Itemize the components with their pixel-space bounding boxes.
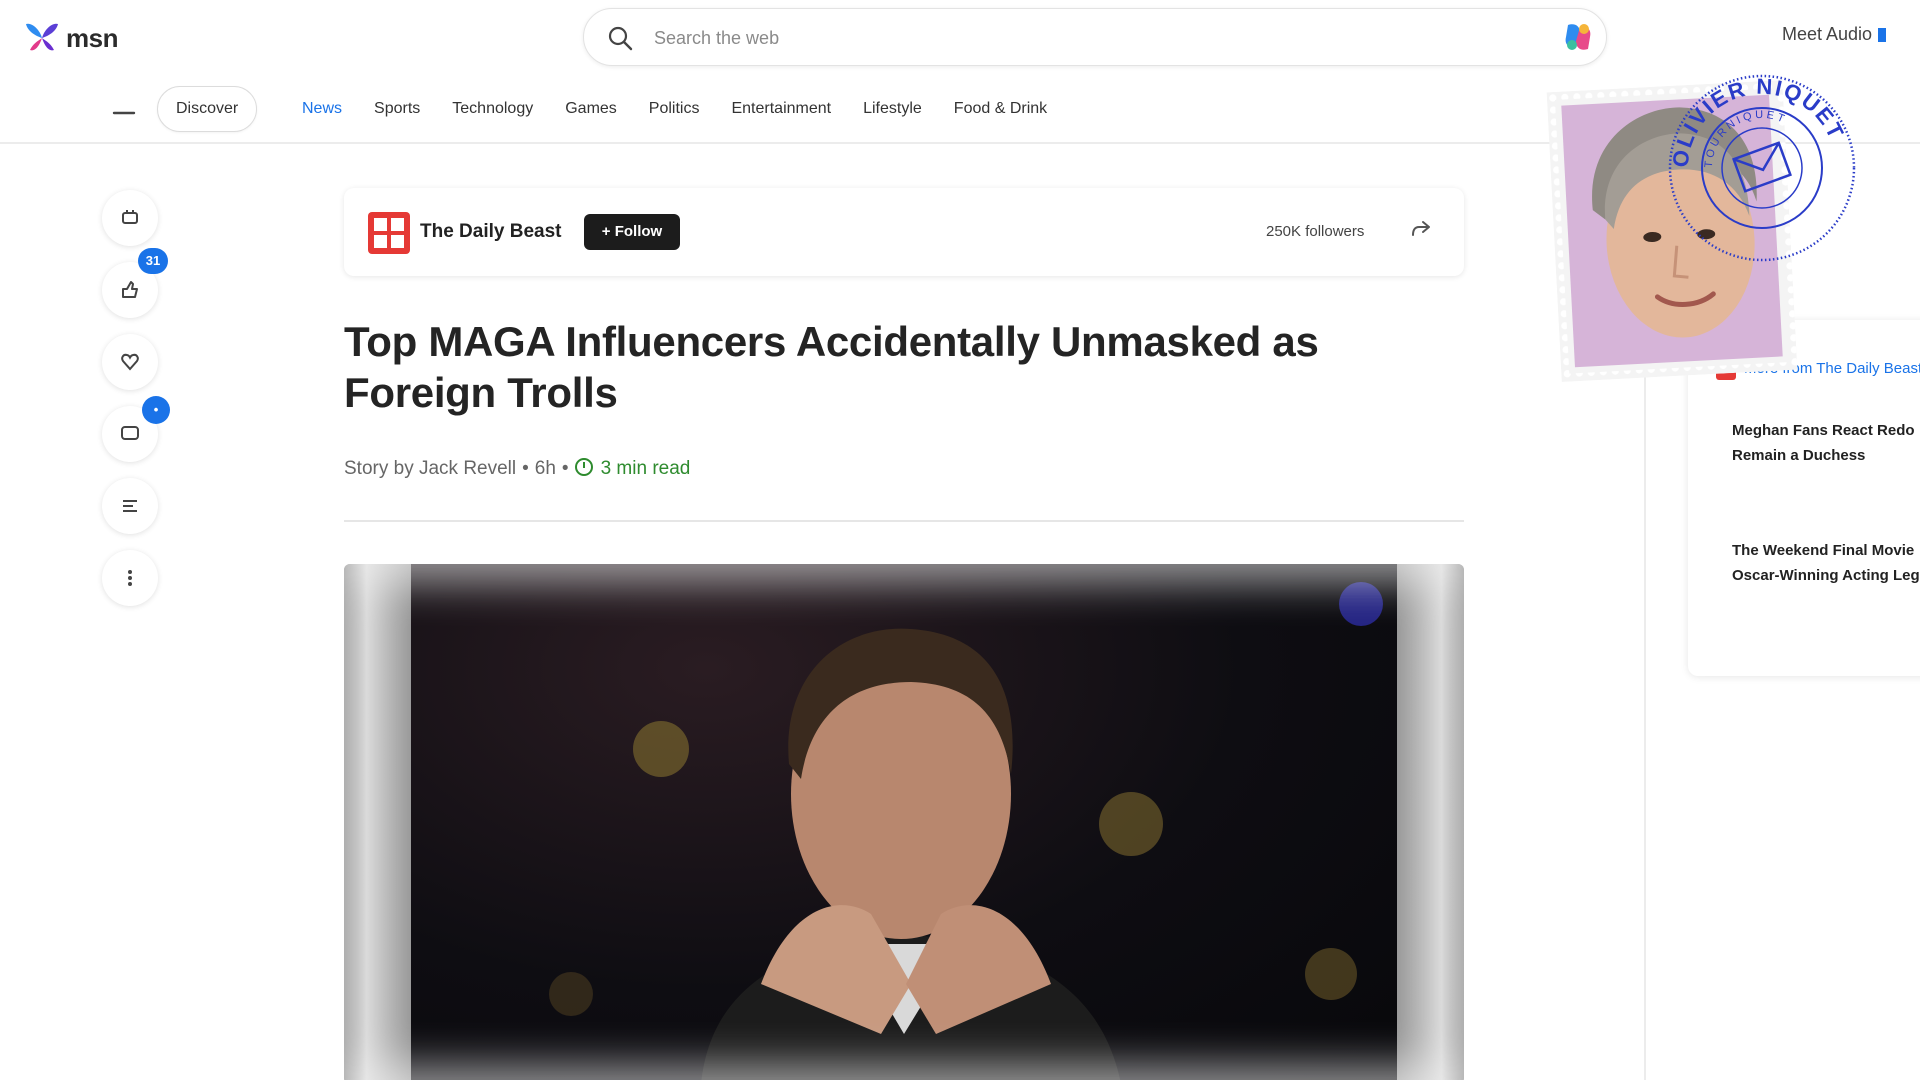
byline-age: 6h xyxy=(534,458,556,479)
save-button[interactable] xyxy=(102,190,158,246)
hero-image[interactable] xyxy=(344,564,1464,1080)
seal-inner-text: TOURNIQUET xyxy=(1703,109,1786,168)
heart-icon xyxy=(121,353,139,371)
discover-pill[interactable]: Discover xyxy=(157,86,258,132)
search-bar[interactable] xyxy=(583,8,1607,66)
follower-count: 250K followers xyxy=(1266,223,1365,240)
portrait-illustration xyxy=(549,582,1383,1080)
like-count-badge: 31 xyxy=(138,248,168,274)
related-story-line[interactable]: Oscar-Winning Acting Legend xyxy=(1732,563,1920,588)
text-size-icon xyxy=(123,500,137,512)
svg-text:TOURNIQUET: TOURNIQUET xyxy=(1703,109,1789,168)
comment-badge: • xyxy=(142,396,170,424)
related-story-line[interactable]: Remain a Duchess xyxy=(1732,443,1920,468)
tab-games[interactable]: Games xyxy=(549,82,633,136)
article-headline: Top MAGA Influencers Accidentally Unmask… xyxy=(344,318,1319,416)
tab-news[interactable]: News xyxy=(286,82,358,136)
seal-outer-text: OLIVIER NIQUET xyxy=(1668,74,1848,169)
publisher-name[interactable]: The Daily Beast xyxy=(420,221,562,243)
tab-food-drink[interactable]: Food & Drink xyxy=(938,82,1063,136)
tab-politics[interactable]: Politics xyxy=(633,82,716,136)
related-story-line[interactable]: The Weekend Final Movie xyxy=(1732,538,1920,563)
account-button[interactable]: Meet Audio xyxy=(1782,24,1887,45)
byline-author[interactable]: Story by Jack Revell xyxy=(344,458,516,479)
search-icon xyxy=(608,26,633,51)
svg-text:OLIVIER NIQUET: OLIVIER NIQUET xyxy=(1668,74,1850,169)
more-vertical-icon xyxy=(128,570,132,586)
tab-sports[interactable]: Sports xyxy=(358,82,436,136)
tab-technology[interactable]: Technology xyxy=(436,82,549,136)
envelope-icon xyxy=(1732,141,1792,193)
msn-butterfly-icon xyxy=(26,23,58,51)
follow-button[interactable]: + Follow xyxy=(584,214,680,250)
copilot-icon[interactable] xyxy=(1558,17,1598,57)
comment-icon xyxy=(121,426,139,440)
save-icon xyxy=(122,210,138,224)
share-icon[interactable] xyxy=(1410,218,1432,240)
account-avatar xyxy=(1878,28,1887,43)
publisher-logo[interactable] xyxy=(368,212,410,254)
publisher-card: The Daily Beast + Follow 250K followers xyxy=(344,188,1464,276)
tab-lifestyle[interactable]: Lifestyle xyxy=(847,82,938,136)
nav-tabs: News Sports Technology Games Politics En… xyxy=(286,82,1063,136)
article-byline: Story by Jack Revell • 6h • 3 min read xyxy=(344,458,691,479)
top-header: msn Meet Audio xyxy=(0,0,1920,72)
hero-photo xyxy=(411,564,1397,1080)
thumbs-up-icon xyxy=(122,281,138,298)
tab-entertainment[interactable]: Entertainment xyxy=(715,82,847,136)
byline-divider xyxy=(344,520,1464,522)
msn-logo[interactable]: msn xyxy=(22,18,118,58)
account-name: Meet Audio xyxy=(1782,24,1873,44)
postmark-seal: OLIVIER NIQUET TOURNIQUET xyxy=(1668,74,1856,262)
read-time: 3 min read xyxy=(574,458,690,479)
clock-icon xyxy=(574,458,593,476)
more-options-button[interactable] xyxy=(102,550,158,606)
search-input[interactable] xyxy=(654,23,1494,53)
heart-button[interactable] xyxy=(102,334,158,390)
text-size-button[interactable] xyxy=(102,478,158,534)
hamburger-menu-icon[interactable] xyxy=(112,104,136,122)
logo-text: msn xyxy=(66,22,118,53)
related-story-line[interactable]: Meghan Fans React Redo xyxy=(1732,418,1920,443)
